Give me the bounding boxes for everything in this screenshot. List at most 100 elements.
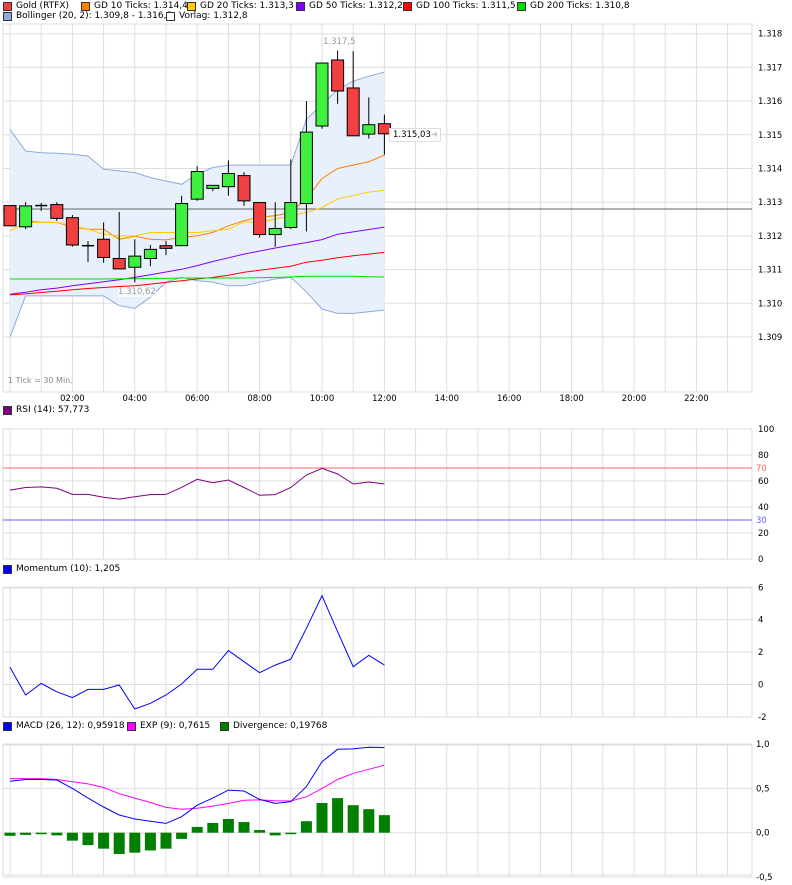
candle-body <box>284 202 298 228</box>
candle <box>3 205 17 227</box>
legend-gd100: GD 100 Ticks: 1.311,5 <box>403 1 516 11</box>
divergence-bar <box>332 798 344 833</box>
divergence-bar <box>363 809 375 833</box>
legend-swatch <box>517 1 526 11</box>
arrow-right-icon: ➜ <box>430 130 438 140</box>
legend-label: GD 10 Ticks: 1.314,4 <box>94 1 188 11</box>
legend-macd: MACD (26, 12): 0,95918 <box>3 721 125 731</box>
y-tick-label: 100 <box>758 425 774 435</box>
y-tick-label: 1.318 <box>758 30 782 40</box>
legend-swatch <box>3 564 12 574</box>
divergence-bar <box>269 832 281 836</box>
legend-label: EXP (9): 0,7615 <box>140 721 211 731</box>
legend-exp: EXP (9): 0,7615 <box>127 721 210 731</box>
divergence-bar <box>66 832 78 841</box>
y-tick-label: 80 <box>758 451 769 461</box>
divergence-bar <box>207 822 219 833</box>
y-tick-label: -0,5 <box>756 873 773 883</box>
x-tick-label: 10:00 <box>310 394 335 404</box>
divergence-bar <box>51 832 63 836</box>
y-tick-label: 1.310 <box>758 299 782 309</box>
legend-gold: Gold (RTFX) <box>3 1 69 11</box>
y-tick-label: 1.316 <box>758 97 782 107</box>
x-tick-label: 12:00 <box>372 394 397 404</box>
panel-frame <box>2 428 753 560</box>
y-tick-label: 1.312 <box>758 232 782 242</box>
legend-rsi: RSI (14): 57,773 <box>3 405 89 415</box>
y-tick-label: 60 <box>758 477 769 487</box>
candle <box>253 202 267 238</box>
candle <box>315 62 329 129</box>
panel-frame <box>2 744 753 876</box>
legend-gd20: GD 20 Ticks: 1.313,3 <box>187 1 294 11</box>
divergence-bar <box>160 832 172 849</box>
high-label: 1.317,5 <box>323 37 356 47</box>
y-tick-label: 0,0 <box>756 829 770 839</box>
candle-body <box>253 202 267 236</box>
divergence-bar <box>98 832 110 849</box>
y-tick-label: 20 <box>758 529 769 539</box>
legend-swatch <box>166 11 175 21</box>
low-label: 1.310,62 <box>118 287 156 297</box>
x-tick-label: 20:00 <box>622 394 647 404</box>
legend-swatch <box>403 1 412 11</box>
legend-swatch <box>3 11 12 21</box>
divergence-bar <box>300 821 312 833</box>
legend-label: GD 20 Ticks: 1.313,3 <box>200 1 294 11</box>
y-tick-label: 1.317 <box>758 63 782 73</box>
divergence-bar <box>254 830 266 833</box>
y-tick-label: 1.314 <box>758 165 782 175</box>
legend-label: Divergence: 0,19768 <box>233 721 328 731</box>
legend-label: RSI (14): 57,773 <box>16 405 90 415</box>
candle-body <box>112 257 126 270</box>
divergence-bar <box>176 832 188 839</box>
candle-body <box>206 184 220 189</box>
y-tick-label: 1.309 <box>758 333 782 343</box>
legend-label: Gold (RTFX) <box>16 1 70 11</box>
legend-swatch <box>3 405 12 415</box>
legend-swatch <box>3 1 12 11</box>
x-tick-label: 16:00 <box>497 394 522 404</box>
x-tick-label: 06:00 <box>185 394 210 404</box>
candle-body <box>97 238 111 258</box>
y-tick-label: 2 <box>758 648 763 658</box>
candle <box>65 215 79 247</box>
divergence-bar <box>129 832 141 853</box>
divergence-bar <box>144 832 156 851</box>
last-price-value: 1.315,03 <box>393 130 431 140</box>
divergence-bar <box>35 832 47 835</box>
legend-gd200: GD 200 Ticks: 1.310,8 <box>517 1 630 11</box>
legend-gd50: GD 50 Ticks: 1.312,2 <box>296 1 403 11</box>
x-tick-label: 02:00 <box>60 394 85 404</box>
candle <box>190 166 204 201</box>
legend-label: GD 100 Ticks: 1.311,5 <box>416 1 516 11</box>
divergence-bar <box>82 832 94 846</box>
legend-label: GD 50 Ticks: 1.312,2 <box>309 1 403 11</box>
legend-label: GD 200 Ticks: 1.310,8 <box>530 1 630 11</box>
y-tick-label: 4 <box>758 616 763 626</box>
legend-label: Bollinger (20, 2): 1.309,8 - 1.316,8 <box>16 11 173 21</box>
legend-swatch <box>3 721 12 731</box>
candle-body <box>50 204 64 219</box>
y-tick-label: 1,0 <box>756 740 770 750</box>
y-tick-label: 0 <box>758 555 763 565</box>
legend-swatch <box>220 721 229 731</box>
candle-body <box>346 87 360 137</box>
legend-swatch <box>187 1 196 11</box>
legend-label: Vorlag: 1.312,8 <box>179 11 248 21</box>
candle-body <box>190 171 204 200</box>
y-tick-label: 1.313 <box>758 198 782 208</box>
y-tick-label: 1.315 <box>758 131 782 141</box>
candle-body <box>331 59 345 92</box>
divergence-bar <box>285 832 297 835</box>
candle <box>19 202 33 230</box>
divergence-bar <box>347 805 359 833</box>
legend-label: Momentum (10): 1,205 <box>16 564 121 574</box>
x-tick-label: 14:00 <box>435 394 460 404</box>
x-tick-label: 22:00 <box>684 394 709 404</box>
legend-divergence: Divergence: 0,19768 <box>220 721 327 731</box>
candle-body <box>65 217 79 246</box>
candle-body <box>299 131 313 205</box>
divergence-bar <box>4 832 16 836</box>
legend-swatch <box>296 1 305 11</box>
